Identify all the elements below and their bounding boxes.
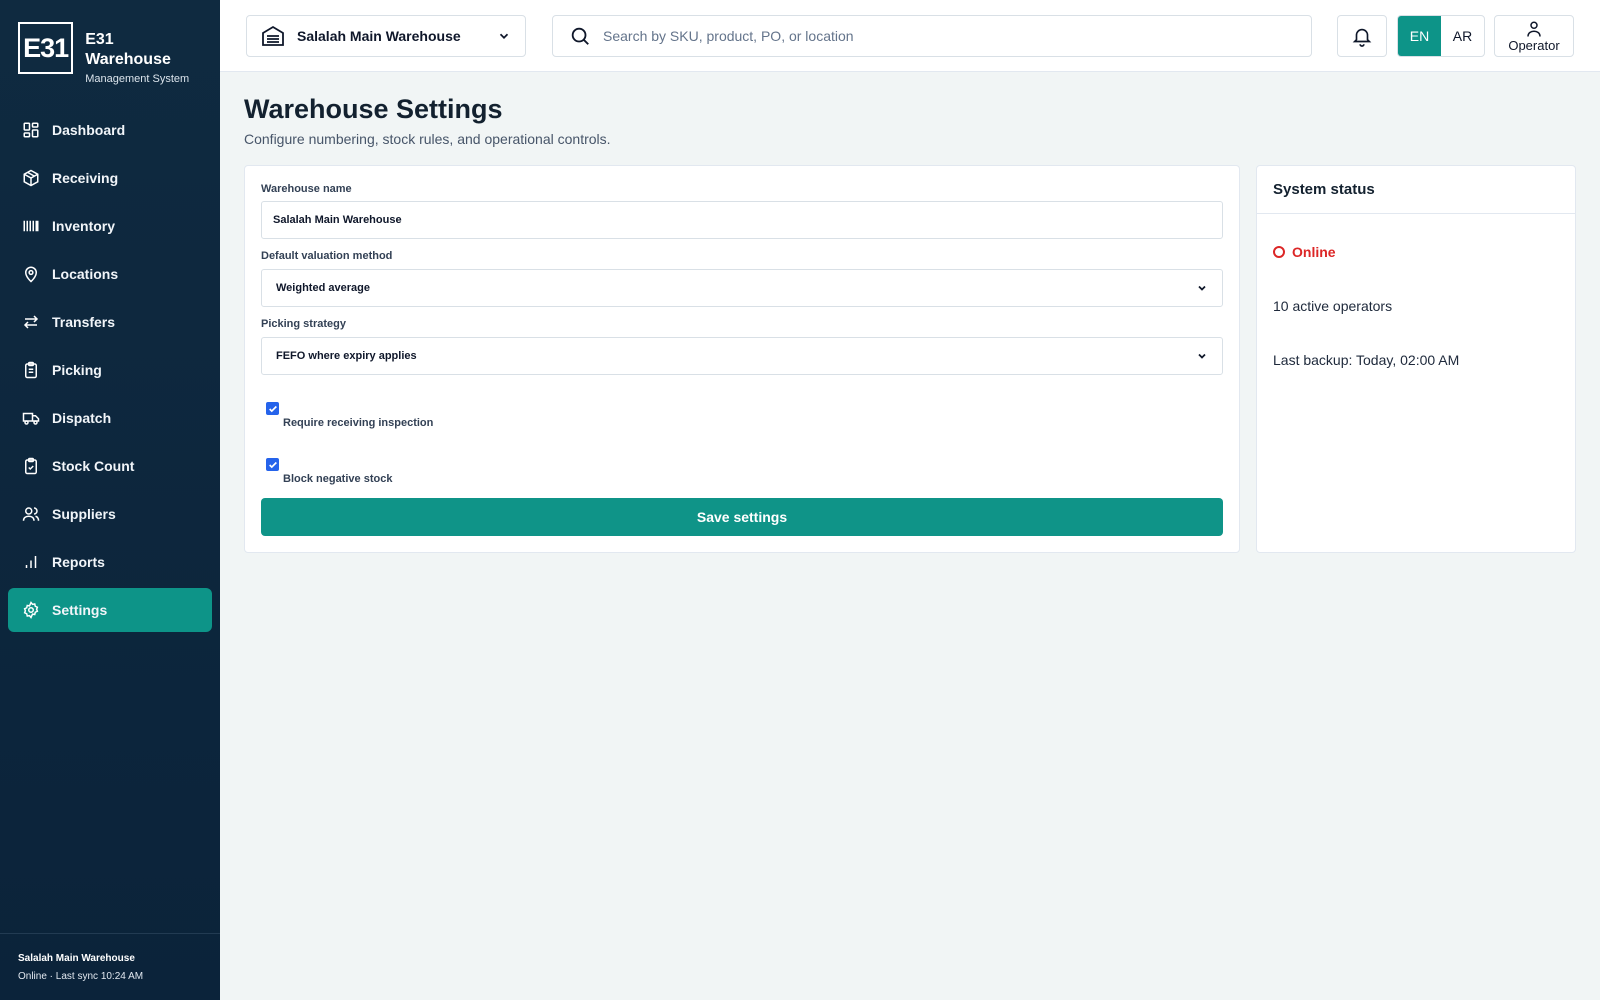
warehouse-icon xyxy=(262,25,284,46)
bar-chart-icon xyxy=(25,556,37,568)
sidebar: E31 E31 Warehouse Management System Dash… xyxy=(0,0,220,1000)
language-toggle: EN AR xyxy=(1397,15,1485,57)
box-icon xyxy=(23,169,39,187)
lang-en-button[interactable]: EN xyxy=(1398,16,1441,56)
clipboard-check-icon xyxy=(25,457,37,475)
chevron-down-icon xyxy=(1198,285,1206,291)
sidebar-item-picking[interactable]: Picking xyxy=(8,348,212,392)
picking-strategy-label: Picking strategy xyxy=(261,318,346,330)
barcode-icon xyxy=(23,220,39,232)
negative-stock-checkbox-label: Block negative stock xyxy=(283,473,393,485)
bell-icon xyxy=(1352,28,1372,47)
chevron-down-icon xyxy=(1198,353,1206,359)
system-status-card: System status Online 10 active operators… xyxy=(1256,165,1576,553)
warehouse-select[interactable]: Salalah Main Warehouse xyxy=(246,15,526,57)
clipboard-icon xyxy=(25,361,37,379)
page-title: Warehouse Settings xyxy=(244,94,503,124)
footer-sync-status: Online · Last sync 10:24 AM xyxy=(18,971,144,982)
lang-ar-button[interactable]: AR xyxy=(1441,16,1484,56)
sidebar-item-dashboard[interactable]: Dashboard xyxy=(8,108,212,152)
search-icon xyxy=(571,27,589,45)
sidebar-item-settings[interactable]: Settings xyxy=(8,588,212,632)
inspection-checkbox[interactable] xyxy=(266,402,279,415)
status-dot-icon xyxy=(1273,246,1285,258)
sidebar-item-locations[interactable]: Locations xyxy=(8,252,212,296)
sidebar-item-label: Dispatch xyxy=(52,410,112,426)
inspection-checkbox-label: Require receiving inspection xyxy=(283,417,434,429)
sidebar-item-label: Locations xyxy=(52,266,119,282)
sidebar-item-label: Settings xyxy=(52,602,108,618)
sidebar-nav: Dashboard Receiving Inventory Locations … xyxy=(0,98,220,632)
sidebar-item-reports[interactable]: Reports xyxy=(8,540,212,584)
warehouse-name-label: Warehouse name xyxy=(261,183,352,195)
brand-title: E31 Warehouse xyxy=(85,31,171,68)
chevron-down-icon xyxy=(499,33,509,39)
brand-subtitle: Management System xyxy=(85,73,190,85)
warehouse-select-label: Salalah Main Warehouse xyxy=(297,28,461,44)
map-pin-icon xyxy=(24,266,38,283)
picking-strategy-value: FEFO where expiry applies xyxy=(276,350,417,362)
sidebar-item-label: Reports xyxy=(52,554,105,570)
notifications-button[interactable] xyxy=(1337,15,1387,57)
user-menu-button[interactable]: Operator xyxy=(1494,15,1574,57)
brand: E31 E31 Warehouse Management System xyxy=(0,0,220,98)
truck-icon xyxy=(22,412,40,425)
sidebar-item-dispatch[interactable]: Dispatch xyxy=(8,396,212,440)
gear-icon xyxy=(23,601,39,619)
search-box[interactable] xyxy=(552,15,1312,57)
user-icon xyxy=(1527,21,1541,37)
sidebar-item-label: Transfers xyxy=(52,314,116,330)
save-settings-button[interactable]: Save settings xyxy=(261,498,1223,536)
settings-form-card: Warehouse name Salalah Main Warehouse De… xyxy=(244,165,1240,553)
sidebar-item-suppliers[interactable]: Suppliers xyxy=(8,492,212,536)
sidebar-item-label: Suppliers xyxy=(52,506,116,522)
user-label: Operator xyxy=(1508,37,1560,53)
valuation-method-label: Default valuation method xyxy=(261,250,393,262)
arrows-icon xyxy=(23,315,39,329)
sidebar-item-label: Dashboard xyxy=(52,122,126,138)
valuation-method-select[interactable]: Weighted average xyxy=(261,269,1223,307)
sidebar-item-inventory[interactable]: Inventory xyxy=(8,204,212,248)
check-icon xyxy=(268,461,277,468)
search-input[interactable] xyxy=(603,28,1283,44)
sidebar-footer: Salalah Main Warehouse Online · Last syn… xyxy=(0,933,220,1000)
grid-icon xyxy=(23,122,39,138)
negative-stock-checkbox[interactable] xyxy=(266,458,279,471)
topbar: Salalah Main Warehouse EN AR Operator xyxy=(220,0,1600,72)
check-icon xyxy=(268,405,277,412)
online-status: Online xyxy=(1273,244,1336,260)
online-status-label: Online xyxy=(1292,244,1336,260)
picking-strategy-select[interactable]: FEFO where expiry applies xyxy=(261,337,1223,375)
warehouse-name-input[interactable]: Salalah Main Warehouse xyxy=(261,201,1223,239)
valuation-method-value: Weighted average xyxy=(276,282,370,294)
last-backup: Last backup: Today, 02:00 AM xyxy=(1273,352,1460,368)
sidebar-item-label: Receiving xyxy=(52,170,119,186)
page-subtitle: Configure numbering, stock rules, and op… xyxy=(244,131,611,147)
sidebar-item-label: Picking xyxy=(52,362,102,378)
sidebar-item-label: Inventory xyxy=(52,218,116,234)
users-icon xyxy=(22,507,40,521)
active-operators: 10 active operators xyxy=(1273,298,1393,314)
logo: E31 xyxy=(18,22,74,74)
sidebar-item-receiving[interactable]: Receiving xyxy=(8,156,212,200)
sidebar-item-transfers[interactable]: Transfers xyxy=(8,300,212,344)
system-status-title: System status xyxy=(1257,166,1575,214)
footer-warehouse-name: Salalah Main Warehouse xyxy=(18,953,135,964)
sidebar-item-label: Stock Count xyxy=(52,458,135,474)
sidebar-item-stock-count[interactable]: Stock Count xyxy=(8,444,212,488)
